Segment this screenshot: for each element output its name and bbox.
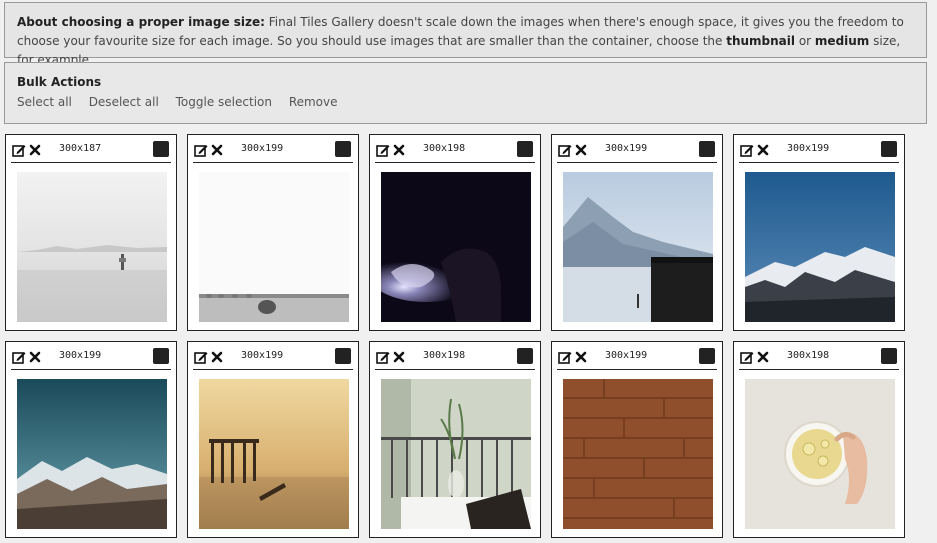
notice-title: About choosing a proper image size: — [17, 15, 265, 29]
image-thumbnail — [745, 379, 895, 529]
select-checkbox[interactable] — [153, 348, 169, 364]
delete-icon[interactable] — [575, 143, 587, 157]
image-card[interactable]: 300x199 — [187, 134, 359, 331]
delete-icon[interactable] — [393, 143, 405, 157]
select-checkbox[interactable] — [335, 348, 351, 364]
select-checkbox[interactable] — [881, 141, 897, 157]
delete-icon[interactable] — [757, 143, 769, 157]
image-size-label: 300x199 — [787, 143, 830, 154]
image-size-label: 300x199 — [59, 350, 102, 361]
image-thumbnail — [199, 379, 349, 529]
select-checkbox[interactable] — [517, 348, 533, 364]
edit-icon[interactable] — [194, 143, 208, 157]
card-toolbar: 300x198 — [375, 346, 535, 370]
image-thumbnail — [381, 172, 531, 322]
edit-icon[interactable] — [194, 350, 208, 364]
image-size-label: 300x198 — [787, 350, 830, 361]
select-checkbox[interactable] — [881, 348, 897, 364]
edit-icon[interactable] — [558, 350, 572, 364]
delete-icon[interactable] — [575, 350, 587, 364]
image-card[interactable]: 300x199 — [551, 341, 723, 538]
image-card[interactable]: 300x187 — [5, 134, 177, 331]
card-toolbar: 300x199 — [11, 346, 171, 370]
select-checkbox[interactable] — [335, 141, 351, 157]
delete-icon[interactable] — [211, 143, 223, 157]
image-thumbnail — [563, 379, 713, 529]
select-checkbox[interactable] — [153, 141, 169, 157]
card-toolbar: 300x199 — [739, 139, 899, 163]
edit-icon[interactable] — [376, 143, 390, 157]
toggle-selection-link[interactable]: Toggle selection — [176, 95, 272, 109]
card-toolbar: 300x199 — [193, 139, 353, 163]
delete-icon[interactable] — [29, 350, 41, 364]
card-toolbar: 300x199 — [557, 346, 717, 370]
card-toolbar: 300x198 — [739, 346, 899, 370]
bulk-actions-panel: Bulk Actions Select all Deselect all Tog… — [4, 62, 927, 124]
image-card[interactable]: 300x199 — [551, 134, 723, 331]
card-toolbar: 300x199 — [193, 346, 353, 370]
image-size-label: 300x199 — [241, 350, 284, 361]
image-thumbnail — [381, 379, 531, 529]
delete-icon[interactable] — [211, 350, 223, 364]
info-notice: About choosing a proper image size: Fina… — [4, 2, 927, 67]
image-size-label: 300x199 — [605, 143, 648, 154]
image-card[interactable]: 300x198 — [369, 341, 541, 538]
edit-icon[interactable] — [376, 350, 390, 364]
select-checkbox[interactable] — [517, 141, 533, 157]
image-card[interactable]: 300x199 — [733, 134, 905, 331]
image-thumbnail — [17, 379, 167, 529]
select-checkbox[interactable] — [699, 348, 715, 364]
delete-icon[interactable] — [29, 143, 41, 157]
notice-text-or: or — [795, 34, 815, 48]
bulk-actions-title: Bulk Actions — [17, 75, 102, 89]
remove-link[interactable]: Remove — [289, 95, 338, 109]
image-size-label: 300x199 — [241, 143, 284, 154]
image-size-label: 300x198 — [423, 350, 466, 361]
card-toolbar: 300x198 — [375, 139, 535, 163]
select-checkbox[interactable] — [699, 141, 715, 157]
edit-icon[interactable] — [740, 143, 754, 157]
image-thumbnail — [199, 172, 349, 322]
card-toolbar: 300x199 — [557, 139, 717, 163]
edit-icon[interactable] — [12, 350, 26, 364]
delete-icon[interactable] — [757, 350, 769, 364]
bulk-actions-links: Select all Deselect all Toggle selection… — [17, 95, 914, 109]
image-size-label: 300x199 — [605, 350, 648, 361]
image-card[interactable]: 300x198 — [733, 341, 905, 538]
notice-bold-medium: medium — [814, 34, 870, 48]
delete-icon[interactable] — [393, 350, 405, 364]
card-toolbar: 300x187 — [11, 139, 171, 163]
image-size-label: 300x187 — [59, 143, 102, 154]
image-card[interactable]: 300x199 — [5, 341, 177, 538]
edit-icon[interactable] — [12, 143, 26, 157]
image-thumbnail — [17, 172, 167, 322]
image-size-label: 300x198 — [423, 143, 466, 154]
image-thumbnail — [563, 172, 713, 322]
image-card[interactable]: 300x198 — [369, 134, 541, 331]
image-card[interactable]: 300x199 — [187, 341, 359, 538]
image-thumbnail — [745, 172, 895, 322]
notice-bold-thumbnail: thumbnail — [726, 34, 796, 48]
edit-icon[interactable] — [740, 350, 754, 364]
deselect-all-link[interactable]: Deselect all — [89, 95, 159, 109]
select-all-link[interactable]: Select all — [17, 95, 72, 109]
edit-icon[interactable] — [558, 143, 572, 157]
